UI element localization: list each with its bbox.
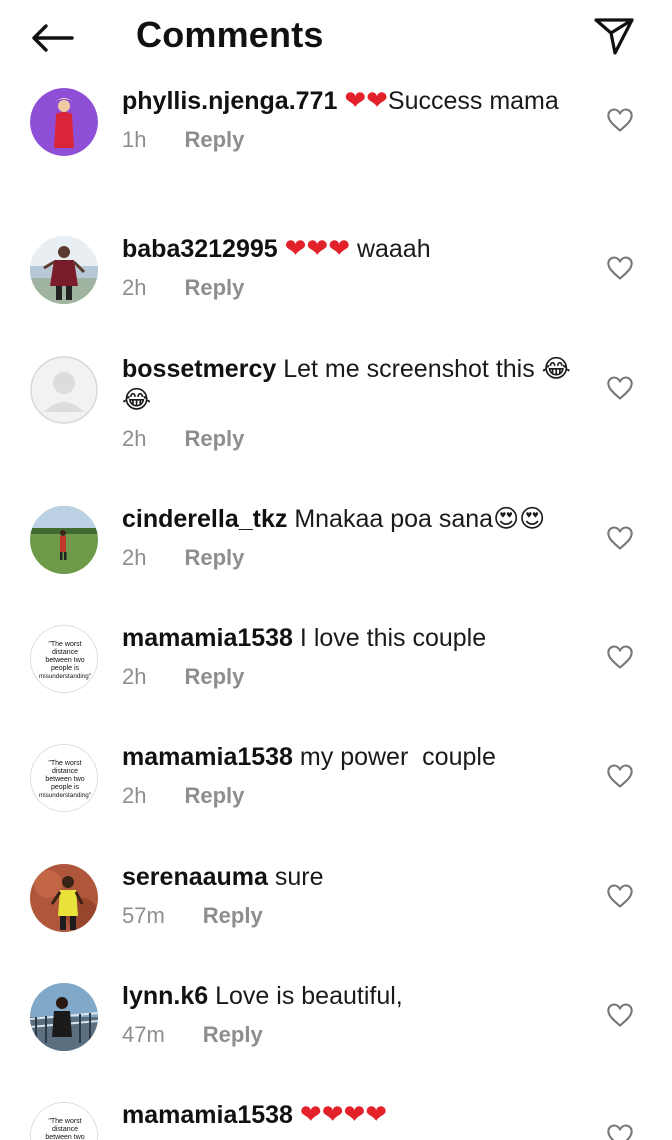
- heart-emoji: ❤❤❤: [284, 234, 350, 264]
- avatar[interactable]: "The worst distance between two people i…: [30, 744, 98, 812]
- comment-text: I love this couple: [299, 624, 487, 652]
- heart-outline-icon[interactable]: [606, 762, 634, 790]
- comment-time: 2h: [122, 275, 147, 300]
- comment-body: serenaauma sure 57m Reply: [122, 862, 592, 929]
- quote-line: people is: [51, 665, 80, 672]
- quote-line: misunderstanding": [39, 673, 91, 680]
- quote-line: between two: [45, 776, 84, 783]
- heart-emoji: ❤❤❤❤: [299, 1100, 388, 1130]
- paper-plane-icon[interactable]: [586, 10, 642, 62]
- username[interactable]: cinderella_tkz: [122, 505, 287, 533]
- comment-body: lynn.k6 Love is beautiful, 47m Reply: [122, 981, 592, 1048]
- comment-meta: 47m Reply: [122, 1022, 592, 1048]
- heart-emoji: ❤❤: [344, 86, 388, 116]
- reply-button[interactable]: Reply: [203, 1022, 263, 1048]
- heart-outline-icon[interactable]: [606, 524, 634, 552]
- avatar[interactable]: [30, 864, 98, 932]
- username[interactable]: lynn.k6: [122, 982, 208, 1010]
- comment-time: 2h: [122, 783, 147, 808]
- comment-text: Mnakaa poa sana😍😍: [294, 505, 546, 533]
- heart-outline-icon[interactable]: [606, 106, 634, 134]
- username[interactable]: serenaauma: [122, 863, 268, 891]
- heart-outline-icon[interactable]: [606, 374, 634, 402]
- comment-body: cinderella_tkz Mnakaa poa sana😍😍 2h Repl…: [122, 504, 592, 571]
- username[interactable]: bossetmercy: [122, 355, 276, 383]
- comment-text: sure: [274, 863, 324, 891]
- comment-meta: 2h Reply: [122, 275, 592, 301]
- avatar[interactable]: [30, 88, 98, 156]
- quote-line: between two: [45, 657, 84, 664]
- reply-button[interactable]: Reply: [203, 903, 263, 929]
- comment-meta: 2h Reply: [122, 664, 592, 690]
- page-title: Comments: [136, 14, 324, 55]
- quote-line: distance: [52, 768, 78, 775]
- reply-button[interactable]: Reply: [184, 545, 244, 571]
- comment-meta: 1h Reply: [122, 127, 592, 153]
- avatar[interactable]: "The worst distance between two people i…: [30, 625, 98, 693]
- reply-button[interactable]: Reply: [184, 426, 244, 452]
- heart-outline-icon[interactable]: [606, 1122, 634, 1140]
- quote-line: misunderstanding": [39, 792, 91, 799]
- username[interactable]: mamamia1538: [122, 1101, 293, 1129]
- comment-time: 1h: [122, 127, 147, 152]
- comment-time: 2h: [122, 664, 147, 689]
- comment-body: phyllis.njenga.771 ❤❤Success mama 1h Rep…: [122, 86, 592, 153]
- comment-text: Success mama: [387, 87, 559, 115]
- quote-line: "The worst: [48, 1118, 81, 1125]
- heart-outline-icon[interactable]: [606, 1001, 634, 1029]
- comment-text: my power couple: [299, 743, 496, 771]
- quote-line: distance: [52, 649, 78, 656]
- username[interactable]: baba3212995: [122, 235, 278, 263]
- username[interactable]: mamamia1538: [122, 743, 293, 771]
- back-arrow-icon[interactable]: [24, 12, 80, 64]
- comment-time: 57m: [122, 903, 165, 928]
- comment-text: Love is beautiful,: [215, 982, 403, 1010]
- quote-line: "The worst: [48, 760, 81, 767]
- comment-body: mamamia1538 I love this couple 2h Reply: [122, 623, 592, 690]
- comments-screen: Comments phyllis.njenga.771 ❤❤Success ma…: [0, 0, 672, 1140]
- quote-line: distance: [52, 1126, 78, 1133]
- reply-button[interactable]: Reply: [184, 275, 244, 301]
- comment-time: 2h: [122, 426, 147, 451]
- comment-text: waaah: [350, 235, 431, 263]
- comment-meta: 2h Reply: [122, 426, 592, 452]
- reply-button[interactable]: Reply: [184, 664, 244, 690]
- username[interactable]: phyllis.njenga.771: [122, 87, 337, 115]
- quote-line: between two: [45, 1134, 84, 1140]
- avatar[interactable]: [30, 356, 98, 424]
- comment-meta: 57m Reply: [122, 903, 592, 929]
- comment-meta: 2h Reply: [122, 545, 592, 571]
- comment-body: mamamia1538 my power couple 2h Reply: [122, 742, 592, 809]
- comment-body: baba3212995 ❤❤❤ waaah 2h Reply: [122, 234, 592, 301]
- heart-outline-icon[interactable]: [606, 254, 634, 282]
- reply-button[interactable]: Reply: [184, 127, 244, 153]
- comment-time: 47m: [122, 1022, 165, 1047]
- header: Comments: [0, 0, 672, 76]
- comment-body: bossetmercy Let me screenshot this 😂😂 2h…: [122, 354, 592, 452]
- avatar[interactable]: "The worst distance between two: [30, 1102, 98, 1140]
- avatar[interactable]: [30, 506, 98, 574]
- heart-outline-icon[interactable]: [606, 643, 634, 671]
- avatar[interactable]: [30, 236, 98, 304]
- comment-meta: 2h Reply: [122, 783, 592, 809]
- username[interactable]: mamamia1538: [122, 624, 293, 652]
- avatar[interactable]: [30, 983, 98, 1051]
- quote-line: people is: [51, 784, 80, 791]
- quote-line: "The worst: [48, 641, 81, 648]
- comment-body: mamamia1538 ❤❤❤❤: [122, 1100, 592, 1131]
- heart-outline-icon[interactable]: [606, 882, 634, 910]
- comment-time: 2h: [122, 545, 147, 570]
- reply-button[interactable]: Reply: [184, 783, 244, 809]
